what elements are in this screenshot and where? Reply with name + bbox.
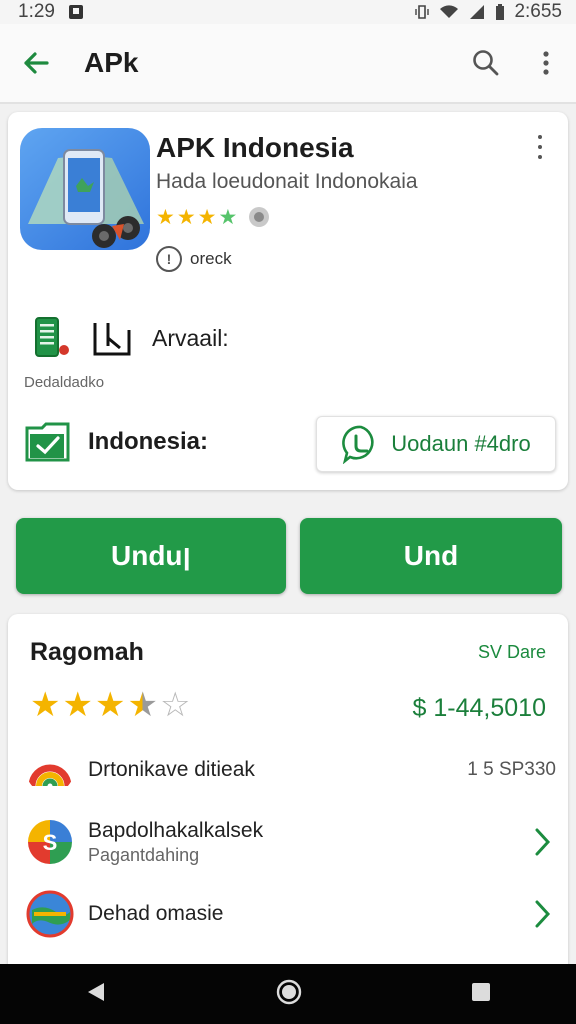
status-clock: 2:655: [514, 1, 562, 22]
circle-home-icon: [276, 979, 302, 1004]
list-item[interactable]: S Bapdolhakalkalsek Pagantdahing: [26, 818, 556, 866]
app-bar: APk: [0, 24, 576, 104]
app-info-card: APK Indonesia Hada loeudonait Indonokaia…: [8, 112, 568, 490]
triangle-back-icon: [87, 982, 104, 1001]
overflow-menu-button[interactable]: [516, 23, 576, 103]
list-item-title: Bapdolhakalkalsek: [88, 818, 264, 842]
vibrate-icon: [415, 5, 430, 19]
app-subtitle: Hada loeudonait Indonokaia: [156, 170, 418, 193]
list-item-title: Dehad omasie: [88, 902, 224, 925]
star-icon: ★: [197, 205, 217, 229]
list-item-value: 1 5 SP330: [467, 759, 556, 780]
page-title: APk: [84, 47, 139, 78]
notification-icon: [68, 5, 83, 19]
list-item[interactable]: Dehad omasie: [26, 890, 556, 938]
section-title: Ragomah: [30, 638, 144, 666]
price-value: $ 1-44,5010: [412, 694, 546, 722]
card-menu-button[interactable]: [528, 132, 552, 162]
info-row: ! oreck: [156, 246, 232, 272]
folder-check-icon: [25, 422, 70, 462]
more-vert-icon: [543, 51, 549, 75]
chart-icon: [93, 323, 131, 356]
back-button[interactable]: [0, 23, 72, 103]
arrow-left-icon: [24, 52, 49, 74]
list-item-subtitle: Pagantdahing: [88, 844, 200, 865]
whatsapp-download-button[interactable]: Uodaun #4dro: [316, 416, 556, 472]
status-time: 1:29: [18, 1, 55, 22]
availability-row: Arvaail:: [32, 316, 229, 360]
region-label: Indonesia:: [88, 428, 209, 455]
list-item[interactable]: Drtonikave ditieak 1 5 SP330: [26, 746, 556, 794]
signal-icon: [470, 5, 485, 19]
app-icon: [20, 128, 150, 250]
whatsapp-button-label: Uodaun #4dro: [391, 431, 531, 456]
battery-icon: [496, 4, 505, 20]
star-icon: ★: [156, 205, 175, 229]
star-icon: ★: [218, 205, 238, 229]
see-more-link[interactable]: SV Dare: [478, 642, 546, 663]
half-star-icon: ★: [127, 686, 158, 724]
star-icon: ★: [62, 686, 93, 724]
search-icon: [473, 50, 499, 76]
navigation-bar: [0, 964, 576, 1024]
globe-app-icon: [26, 890, 74, 938]
star-icon: ★: [94, 686, 126, 724]
nav-home-button[interactable]: [275, 978, 303, 1011]
info-text: oreck: [190, 249, 232, 268]
rating-stars: ★ ★ ★ ★ ☆: [30, 688, 190, 722]
nav-back-button[interactable]: [84, 980, 108, 1009]
phone-icon: [35, 317, 69, 357]
app-name: APK Indonesia: [156, 132, 354, 163]
star-outline-icon: ☆: [159, 686, 191, 724]
ratings-card: Ragomah SV Dare ★ ★ ★ ★ ☆ $ 1-44,5010 Dr…: [8, 614, 568, 974]
square-recents-icon: [472, 982, 491, 1001]
search-button[interactable]: [456, 23, 516, 103]
download-button[interactable]: Unduן: [16, 518, 286, 594]
whatsapp-icon: [342, 425, 374, 464]
developer-label: Dedaldadko: [24, 374, 105, 391]
s-app-icon: S: [28, 820, 72, 864]
nav-recents-button[interactable]: [470, 981, 492, 1008]
wifi-icon: [440, 5, 459, 18]
available-label: Arvaail:: [152, 324, 229, 351]
install-button[interactable]: Und: [300, 518, 562, 594]
star-icon: ★: [176, 205, 196, 229]
app-rating: ★ ★ ★ ★: [156, 204, 273, 230]
region-row: Indonesia:: [24, 420, 208, 464]
rainbow-app-icon: [28, 764, 72, 787]
star-icon: ★: [30, 686, 61, 724]
status-bar: 1:29 2:655: [0, 0, 576, 24]
rating-badge-icon: [249, 207, 270, 227]
svg-text:S: S: [43, 830, 58, 855]
list-item-title: Drtonikave ditieak: [88, 758, 255, 781]
chevron-right-icon: [528, 822, 556, 862]
chevron-right-icon: [528, 894, 556, 934]
info-circle-icon: !: [156, 246, 182, 272]
